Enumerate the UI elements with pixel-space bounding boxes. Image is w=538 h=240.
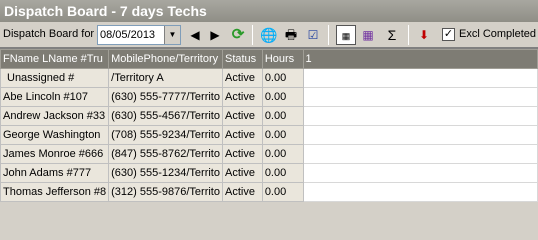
calendar-grid-icon[interactable]: ▦ xyxy=(358,25,378,45)
phone-territory-cell[interactable]: (630) 555-7777/Territo xyxy=(108,87,223,107)
column-header-name[interactable]: FName LName #Tru xyxy=(0,49,110,69)
hours-cell[interactable]: 0.00 xyxy=(261,68,304,88)
toolbar-separator xyxy=(408,25,409,45)
status-cell[interactable]: Active xyxy=(221,87,263,107)
phone-territory-cell[interactable]: (630) 555-4567/Territo xyxy=(108,106,223,126)
hours-cell[interactable]: 0.00 xyxy=(261,106,304,126)
globe-icon[interactable]: 🌐 xyxy=(259,25,279,45)
hours-cell[interactable]: 0.00 xyxy=(261,125,304,145)
day-view-icon[interactable]: ▦ xyxy=(336,25,356,45)
schedule-cell[interactable] xyxy=(302,182,538,202)
sum-icon[interactable]: Σ xyxy=(382,25,402,45)
table-row[interactable]: James Monroe #666 (847) 555-8762/Territo… xyxy=(0,144,538,164)
column-header-hours[interactable]: Hours xyxy=(261,49,304,69)
toolbar-separator xyxy=(328,25,329,45)
phone-territory-cell[interactable]: (312) 555-9876/Territo xyxy=(108,182,223,202)
hours-cell[interactable]: 0.00 xyxy=(261,87,304,107)
table-row[interactable]: Abe Lincoln #107 (630) 555-7777/Territo … xyxy=(0,87,538,107)
phone-territory-cell[interactable]: (847) 555-8762/Territo xyxy=(108,144,223,164)
phone-territory-cell[interactable]: /Territory A xyxy=(108,68,223,88)
hours-cell[interactable]: 0.00 xyxy=(261,163,304,183)
printer-icon[interactable]: 🖶 xyxy=(281,25,301,45)
phone-territory-cell[interactable]: (630) 555-1234/Territo xyxy=(108,163,223,183)
status-cell[interactable]: Active xyxy=(221,125,263,145)
column-header-status[interactable]: Status xyxy=(221,49,263,69)
move-down-icon[interactable]: ⬇ xyxy=(414,25,434,45)
hours-cell[interactable]: 0.00 xyxy=(261,144,304,164)
date-value: 08/05/2013 xyxy=(100,29,156,41)
status-cell[interactable]: Active xyxy=(221,144,263,164)
status-cell[interactable]: Active xyxy=(221,163,263,183)
date-picker[interactable]: 08/05/2013 ▼ xyxy=(97,25,181,45)
phone-territory-cell[interactable]: (708) 555-9234/Territo xyxy=(108,125,223,145)
tech-name-cell[interactable]: George Washington xyxy=(0,125,110,145)
schedule-cell[interactable] xyxy=(302,125,538,145)
schedule-cell[interactable] xyxy=(302,106,538,126)
refresh-icon[interactable]: ⟳ xyxy=(228,25,248,45)
tech-name-cell[interactable]: John Adams #777 xyxy=(0,163,110,183)
column-header-slot-1[interactable]: 1 xyxy=(302,49,538,69)
tech-name-cell[interactable]: Thomas Jefferson #8 xyxy=(0,182,110,202)
checklist-icon[interactable]: ☑ xyxy=(303,25,323,45)
chevron-down-icon[interactable]: ▼ xyxy=(164,26,180,44)
excl-completed-label: Excl Completed xyxy=(459,28,537,40)
dispatch-grid: FName LName #Tru MobilePhone/Territory S… xyxy=(0,48,538,202)
table-row[interactable]: John Adams #777 (630) 555-1234/Territo A… xyxy=(0,163,538,183)
window-title: Dispatch Board - 7 days Techs xyxy=(0,0,538,22)
status-cell[interactable]: Active xyxy=(221,182,263,202)
schedule-cell[interactable] xyxy=(302,68,538,88)
table-row[interactable]: Unassigned # /Territory A Active 0.00 xyxy=(0,68,538,88)
table-row[interactable]: Andrew Jackson #33 (630) 555-4567/Territ… xyxy=(0,106,538,126)
dispatch-board-for-label: Dispatch Board for xyxy=(3,28,95,40)
table-row[interactable]: George Washington (708) 555-9234/Territo… xyxy=(0,125,538,145)
toolbar: Dispatch Board for 08/05/2013 ▼ ◀ ▶ ⟳ 🌐 … xyxy=(0,22,538,48)
tech-name-cell[interactable]: James Monroe #666 xyxy=(0,144,110,164)
schedule-cell[interactable] xyxy=(302,87,538,107)
tech-name-cell[interactable]: Andrew Jackson #33 xyxy=(0,106,110,126)
header-row: FName LName #Tru MobilePhone/Territory S… xyxy=(0,49,538,69)
column-header-phone[interactable]: MobilePhone/Territory xyxy=(108,49,223,69)
hours-cell[interactable]: 0.00 xyxy=(261,182,304,202)
tech-name-cell[interactable]: Unassigned # xyxy=(0,68,110,88)
schedule-cell[interactable] xyxy=(302,163,538,183)
status-cell[interactable]: Active xyxy=(221,68,263,88)
table-row[interactable]: Thomas Jefferson #8 (312) 555-9876/Terri… xyxy=(0,182,538,202)
schedule-cell[interactable] xyxy=(302,144,538,164)
excl-completed-checkbox[interactable]: ✓ xyxy=(442,28,455,41)
previous-day-icon[interactable]: ◀ xyxy=(185,25,205,45)
next-day-icon[interactable]: ▶ xyxy=(205,25,225,45)
tech-name-cell[interactable]: Abe Lincoln #107 xyxy=(0,87,110,107)
toolbar-separator xyxy=(252,25,253,45)
status-cell[interactable]: Active xyxy=(221,106,263,126)
